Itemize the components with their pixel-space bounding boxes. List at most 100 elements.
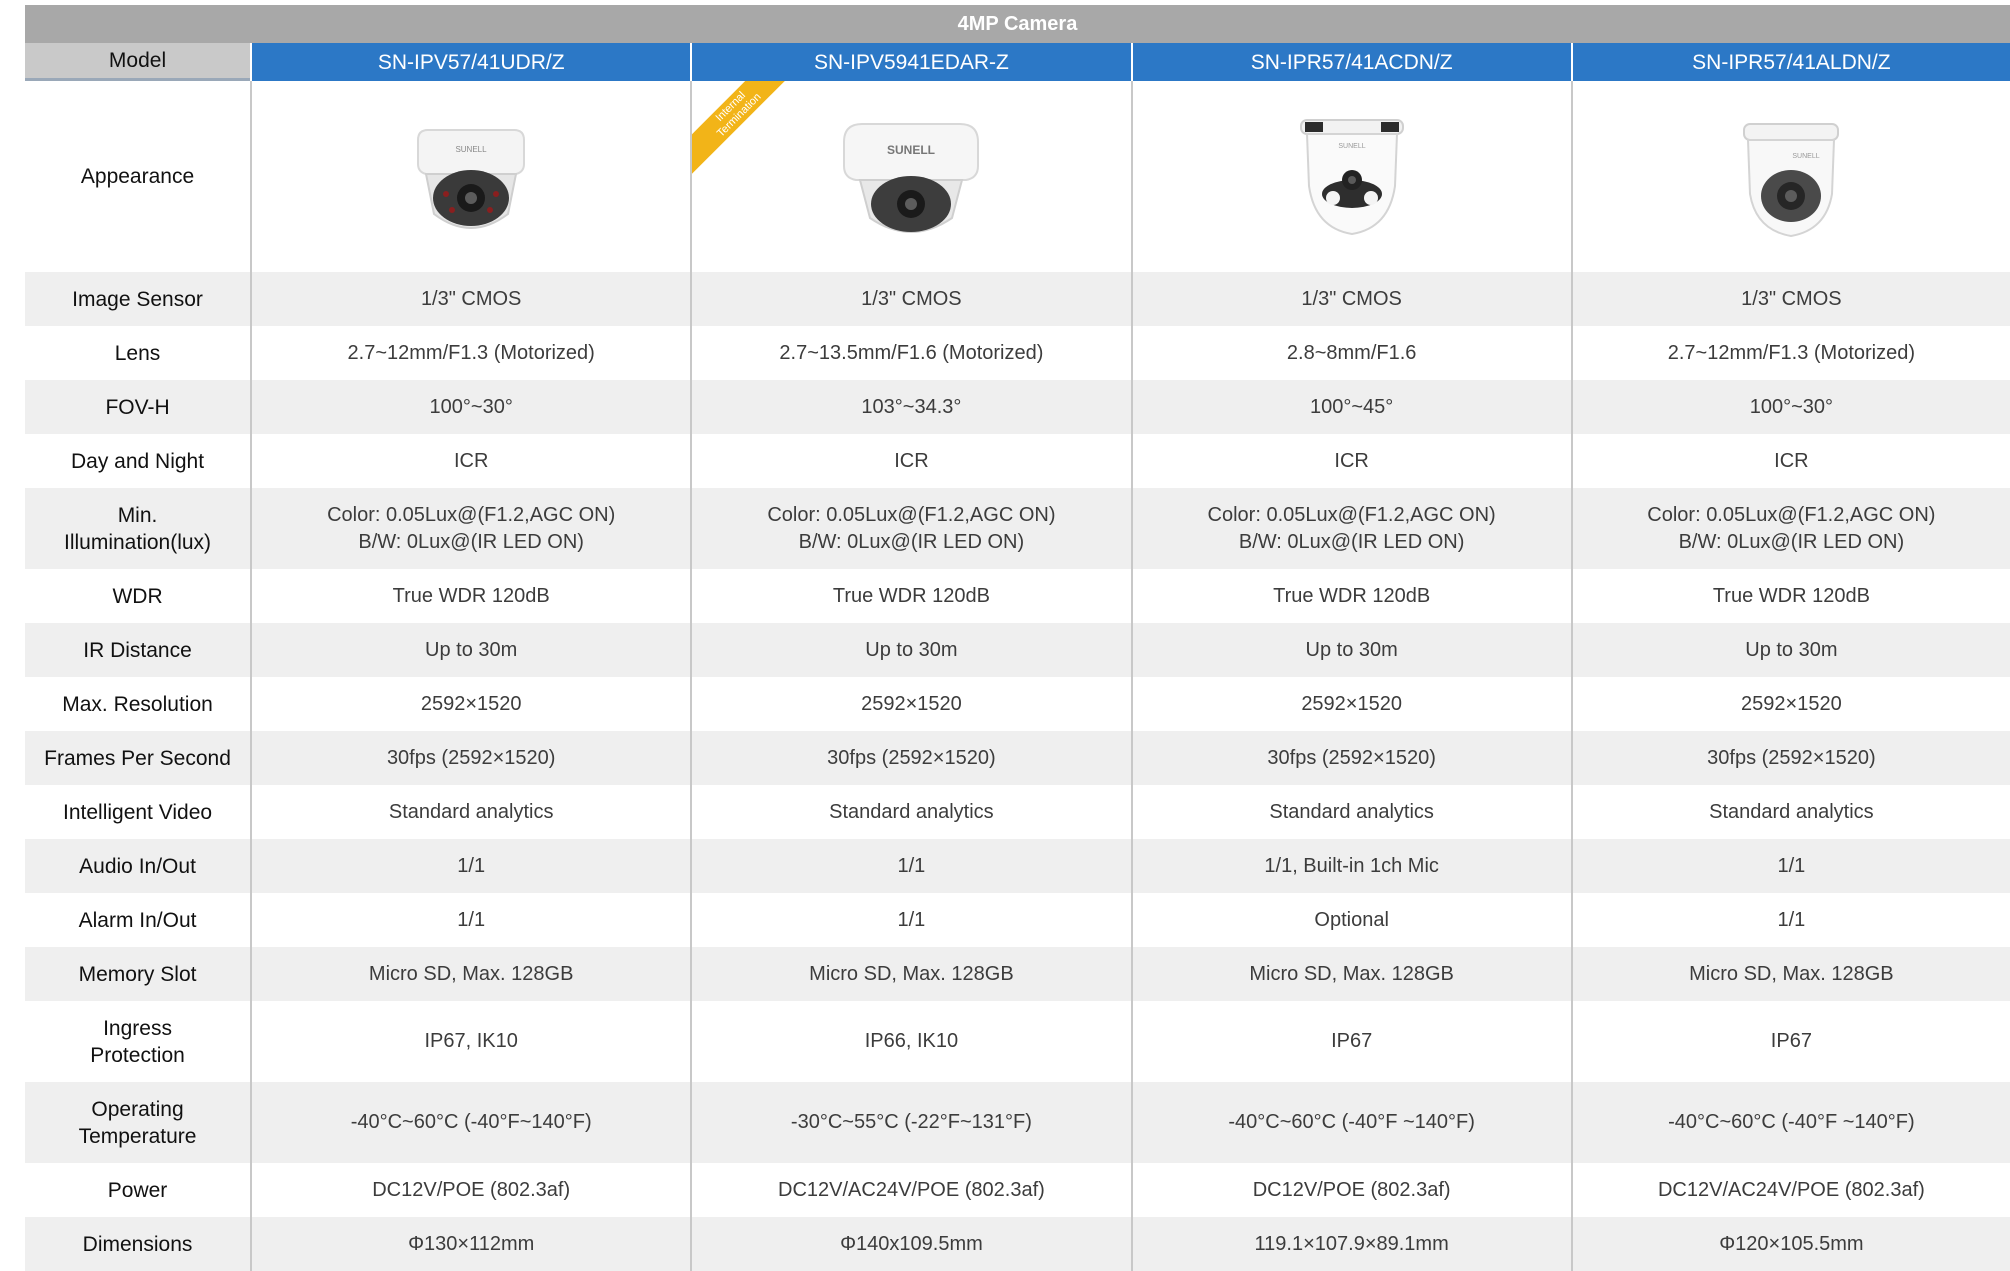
spec-value: DC12V/POE (802.3af) xyxy=(250,1163,690,1217)
spec-value-line: IP67 xyxy=(1331,1030,1373,1052)
spec-value: Color: 0.05Lux@(F1.2,AGC ON) B/W: 0Lux@(I… xyxy=(1570,488,2010,569)
model-name: SN-IPR57/41ALDN/Z xyxy=(1570,43,2010,81)
spec-value: DC12V/POE (802.3af) xyxy=(1130,1163,1571,1217)
spec-value: 1/1 xyxy=(690,839,1130,893)
spec-row: Max. Resolution 2592×1520 2592×1520 2592×15… xyxy=(25,677,2010,731)
product-image-cell: SUNELL xyxy=(250,81,690,272)
spec-value: Micro SD, Max. 128GB xyxy=(250,947,690,1001)
spec-value: DC12V/AC24V/POE (802.3af) xyxy=(690,1163,1130,1217)
spec-label: Lens xyxy=(25,326,250,380)
spec-label: Ingress Protection xyxy=(25,1001,250,1082)
spec-value-line: 30fps (2592×1520) xyxy=(827,746,996,769)
brand-logo: SUNELL xyxy=(1338,143,1365,150)
spec-value-line: 100°~30° xyxy=(429,395,513,418)
spec-value: DC12V/AC24V/POE (802.3af) xyxy=(1570,1163,2010,1217)
spec-row: Frames Per Second 30fps (2592×1520) 30fps … xyxy=(25,731,2010,785)
spec-value: Up to 30m xyxy=(250,623,690,677)
spec-value-line: 2.8~8mm/F1.6 xyxy=(1286,341,1417,364)
spec-label-line: Dimensions xyxy=(82,1232,193,1256)
spec-value-line: 2.7~12mm/F1.3 (Motorized) xyxy=(347,341,595,364)
model-label: Model xyxy=(25,43,251,81)
spec-row: Memory Slot Micro SD, Max. 128GB Micro SD,… xyxy=(25,947,2010,1001)
spec-value: 1/1 xyxy=(1570,893,2010,947)
spec-value: 1/1 xyxy=(1570,839,2010,893)
spec-value-line: 1/1 xyxy=(1777,854,1806,877)
spec-value: 1/1 xyxy=(250,893,690,947)
product-image-cell: SUNELL xyxy=(1130,81,1571,272)
spec-value-line: 30fps (2592×1520) xyxy=(1707,746,1876,769)
turret-camera-icon: SUNELL xyxy=(1743,122,1840,237)
spec-label-line: Max. Resolution xyxy=(62,692,213,716)
spec-value: 103°~34.3° xyxy=(690,380,1130,434)
model-name: SN-IPR57/41ACDN/Z xyxy=(1130,43,1571,81)
spec-label-line: IR Distance xyxy=(83,638,192,662)
spec-label: Operating Temperature xyxy=(25,1082,250,1163)
spec-value-line: 1/3" CMOS xyxy=(1301,287,1402,310)
spec-label-line: Operating xyxy=(91,1097,184,1121)
spec-row: Audio In/Out 1/1 1/1 1/1, Built-in 1ch Mic 1… xyxy=(25,839,2010,893)
appearance-row: Appearance SUNELL Internal Termination S… xyxy=(25,81,2010,272)
spec-value: Standard analytics xyxy=(250,785,690,839)
model-name: SN-IPV5941EDAR-Z xyxy=(690,43,1131,81)
spec-value: 1/3" CMOS xyxy=(690,272,1130,326)
spec-row: Day and Night ICR ICR ICR ICR xyxy=(25,434,2010,488)
spec-value: 2.7~13.5mm/F1.6 (Motorized) xyxy=(690,326,1130,380)
spec-value: 100°~30° xyxy=(250,380,690,434)
spec-value-line: Color: 0.05Lux@(F1.2,AGC ON) xyxy=(767,503,1056,526)
spec-value-line: -40°C~60°C (-40°F ~140°F) xyxy=(1228,1111,1475,1133)
table-banner: 4MP Camera xyxy=(25,5,2010,43)
spec-value-line: Micro SD, Max. 128GB xyxy=(1689,962,1894,985)
spec-value: ICR xyxy=(1130,434,1571,488)
spec-value-line: DC12V/AC24V/POE (802.3af) xyxy=(778,1178,1045,1201)
spec-value: Standard analytics xyxy=(1570,785,2010,839)
spec-value-line: Up to 30m xyxy=(425,638,518,661)
spec-rows: Image Sensor 1/3" CMOS 1/3" CMOS 1/3" CMOS 1… xyxy=(25,272,2010,1271)
spec-value: 2592×1520 xyxy=(250,677,690,731)
spec-value: Φ130×112mm xyxy=(250,1217,690,1271)
spec-value: 2.7~12mm/F1.3 (Motorized) xyxy=(1570,326,2010,380)
spec-value: IP67, IK10 xyxy=(250,1001,690,1082)
spec-value: -30°C~55°C (-22°F~131°F) xyxy=(690,1082,1130,1163)
spec-value: IP67 xyxy=(1130,1001,1571,1082)
spec-row: Power DC12V/POE (802.3af) DC12V/AC24V/POE … xyxy=(25,1163,2010,1217)
spec-row: Alarm In/Out 1/1 1/1 Optional 1/1 xyxy=(25,893,2010,947)
spec-label: Intelligent Video xyxy=(25,785,250,839)
spec-value: Up to 30m xyxy=(1130,623,1571,677)
spec-label-line: Alarm In/Out xyxy=(78,908,197,932)
spec-label: Day and Night xyxy=(25,434,250,488)
spec-value: 1/1 xyxy=(250,839,690,893)
spec-value: 1/1, Built-in 1ch Mic xyxy=(1130,839,1571,893)
spec-value-line: Micro SD, Max. 128GB xyxy=(1249,962,1454,985)
spec-value: IP66, IK10 xyxy=(690,1001,1130,1082)
spec-value-line: 119.1×107.9×89.1mm xyxy=(1254,1232,1449,1255)
spec-row: Ingress Protection IP67, IK10 IP66, IK10 IP6… xyxy=(25,1001,2010,1082)
spec-value-line: -40°C~60°C (-40°F~140°F) xyxy=(350,1111,592,1133)
spec-value: 1/1 xyxy=(690,893,1130,947)
spec-value-line: 1/1 xyxy=(457,854,486,877)
spec-value: -40°C~60°C (-40°F ~140°F) xyxy=(1570,1082,2010,1163)
spec-label: Alarm In/Out xyxy=(25,893,250,947)
spec-value: Micro SD, Max. 128GB xyxy=(1570,947,2010,1001)
product-image-cell: Internal Termination SUNELL xyxy=(690,81,1130,272)
spec-value: 30fps (2592×1520) xyxy=(1570,731,2010,785)
spec-value-line: 1/3" CMOS xyxy=(861,287,962,310)
spec-value-line: -30°C~55°C (-22°F~131°F) xyxy=(790,1111,1032,1133)
model-header-row: Model SN-IPV57/41UDR/Z SN-IPV5941EDAR-Z … xyxy=(25,43,2010,81)
spec-value-line: Optional xyxy=(1314,908,1389,931)
spec-row: Lens 2.7~12mm/F1.3 (Motorized) 2.7~13.5mm/… xyxy=(25,326,2010,380)
dome-camera-icon: SUNELL xyxy=(843,122,980,233)
spec-value: 100°~45° xyxy=(1130,380,1571,434)
spec-value: 100°~30° xyxy=(1570,380,2010,434)
spec-value-line: Micro SD, Max. 128GB xyxy=(368,962,574,985)
spec-value-line: Φ120×105.5mm xyxy=(1719,1232,1864,1255)
spec-value-line: B/W: 0Lux@(IR LED ON) xyxy=(1678,530,1905,553)
spec-label-line: Audio In/Out xyxy=(79,854,196,878)
model-name: SN-IPV57/41UDR/Z xyxy=(250,43,691,81)
spec-value: 30fps (2592×1520) xyxy=(250,731,690,785)
spec-value: ICR xyxy=(1570,434,2010,488)
spec-value-line: 100°~45° xyxy=(1310,395,1394,418)
spec-value-line: Up to 30m xyxy=(1745,638,1838,661)
spec-label-line: Illumination(lux) xyxy=(64,530,212,554)
spec-value-line: Standard analytics xyxy=(1269,800,1434,823)
spec-label: Max. Resolution xyxy=(25,677,250,731)
